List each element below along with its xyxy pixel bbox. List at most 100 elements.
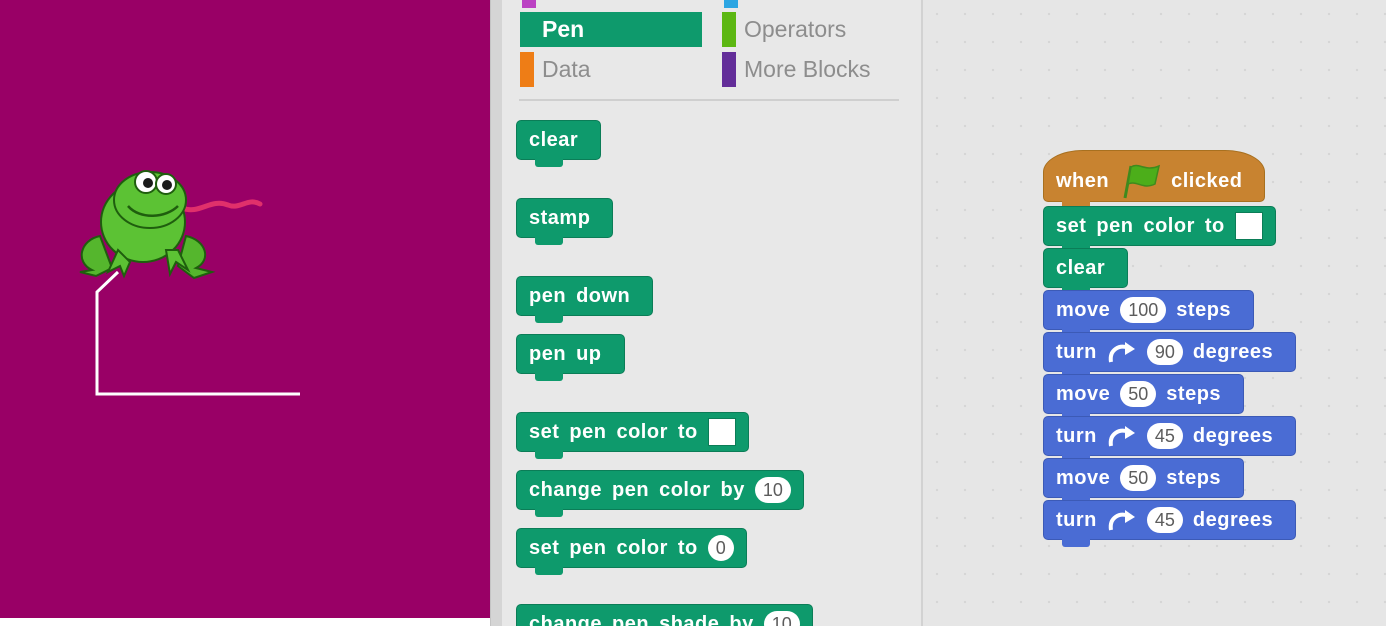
script-turn-block[interactable]: turn 90 degrees [1043, 332, 1297, 379]
block-word: pen [529, 284, 567, 307]
pen-trail [95, 270, 300, 396]
stage-canvas [79, 170, 300, 396]
block-palette: Pen Data Operators More Blocks clear sta… [502, 0, 921, 626]
script-turn-block[interactable]: turn 45 degrees [1043, 500, 1297, 547]
number-input[interactable]: 50 [1120, 381, 1157, 407]
when-flag-clicked-block[interactable]: when clicked [1043, 150, 1266, 209]
block-word: color [616, 420, 668, 443]
number-input[interactable]: 90 [1146, 339, 1183, 365]
stage-bottom-edge [0, 618, 490, 626]
block-word: shade [659, 612, 720, 626]
palette-block-set-pen-color-swatch[interactable]: set pen color to [516, 412, 749, 459]
script-move-block[interactable]: move 50 steps [1043, 374, 1245, 421]
category-data-label: Data [542, 56, 591, 82]
block-word: change [529, 478, 603, 501]
block-word: clear [529, 128, 579, 151]
category-operators[interactable]: Operators [722, 12, 846, 47]
number-input[interactable]: 10 [763, 611, 800, 626]
block-word: by [729, 612, 754, 626]
block-word: pen [569, 420, 607, 443]
block-word: pen [529, 342, 567, 365]
block-notch [535, 237, 563, 245]
block-word: clicked [1171, 169, 1243, 192]
block-word: to [677, 536, 698, 559]
number-input[interactable]: 50 [1120, 465, 1157, 491]
category-pen-label: Pen [542, 16, 585, 42]
block-notch [535, 567, 563, 575]
block-word: by [720, 478, 745, 501]
palette-block-change-pen-shade-by[interactable]: change pen shade by 10 [516, 604, 813, 626]
block-word: pen [612, 612, 650, 626]
block-word: steps [1166, 382, 1222, 405]
block-word: turn [1056, 508, 1097, 531]
number-input[interactable]: 10 [754, 477, 791, 503]
script-set-pen-color-block[interactable]: set pen color to [1043, 206, 1276, 253]
block-word: pen [1096, 214, 1134, 237]
block-notch [535, 159, 563, 167]
script-turn-block[interactable]: turn 45 degrees [1043, 416, 1297, 463]
block-word: color [616, 536, 668, 559]
category-data[interactable]: Data [520, 52, 591, 87]
block-word: turn [1056, 424, 1097, 447]
category-looks-swatch[interactable] [522, 0, 536, 8]
block-word: move [1056, 382, 1111, 405]
stage[interactable] [0, 0, 490, 618]
block-word: change [529, 612, 603, 626]
category-sensing-swatch[interactable] [724, 0, 738, 8]
turn-right-icon [1107, 340, 1137, 364]
palette-block-set-pen-color-number[interactable]: set pen color to 0 [516, 528, 747, 575]
block-word: steps [1166, 466, 1222, 489]
block-word: color [1143, 214, 1195, 237]
block-word: steps [1176, 298, 1232, 321]
number-input[interactable]: 100 [1120, 297, 1167, 323]
block-word: turn [1056, 340, 1097, 363]
block-word: set [529, 536, 560, 559]
block-word: move [1056, 466, 1111, 489]
category-pen[interactable]: Pen [520, 12, 702, 47]
block-word: set [529, 420, 560, 443]
block-word: move [1056, 298, 1111, 321]
color-swatch-input[interactable] [707, 418, 736, 446]
block-word: set [1056, 214, 1087, 237]
block-notch [1062, 539, 1090, 547]
block-word: degrees [1192, 340, 1274, 363]
block-word: stamp [529, 206, 591, 229]
script-clear-block[interactable]: clear [1043, 248, 1129, 295]
block-word: down [576, 284, 631, 307]
block-notch [535, 315, 563, 323]
number-input[interactable]: 0 [707, 535, 734, 561]
category-more-blocks-swatch [722, 52, 736, 87]
number-input[interactable]: 45 [1146, 423, 1183, 449]
category-separator [519, 99, 899, 101]
block-word: pen [612, 478, 650, 501]
category-operators-swatch [722, 12, 736, 47]
category-operators-label: Operators [744, 16, 847, 42]
palette-block-change-pen-color-by[interactable]: change pen color by 10 [516, 470, 804, 517]
palette-block-pen-up[interactable]: pen up [516, 334, 625, 381]
category-data-swatch [520, 52, 534, 87]
number-input[interactable]: 45 [1146, 507, 1183, 533]
block-word: degrees [1192, 424, 1274, 447]
color-swatch-input[interactable] [1234, 212, 1263, 240]
palette-block-stamp[interactable]: stamp [516, 198, 614, 245]
palette-block-pen-down[interactable]: pen down [516, 276, 654, 323]
block-notch [535, 509, 563, 517]
script-move-block[interactable]: move 100 steps [1043, 290, 1255, 337]
category-more-blocks[interactable]: More Blocks [722, 52, 871, 87]
block-word: pen [569, 536, 607, 559]
palette-block-clear[interactable]: clear [516, 120, 602, 167]
block-word: to [677, 420, 698, 443]
script-move-block[interactable]: move 50 steps [1043, 458, 1245, 505]
block-word: to [1204, 214, 1225, 237]
block-notch [535, 373, 563, 381]
scripts-area[interactable]: when clicked set pen color to clear move… [923, 0, 1386, 626]
green-flag-icon [1119, 162, 1161, 200]
block-word: color [659, 478, 711, 501]
block-word: when [1056, 169, 1110, 192]
frog-sprite[interactable] [79, 170, 263, 280]
block-word: up [576, 342, 602, 365]
category-more-blocks-label: More Blocks [744, 56, 871, 82]
turn-right-icon [1107, 508, 1137, 532]
block-word: degrees [1192, 508, 1274, 531]
block-notch [535, 451, 563, 459]
